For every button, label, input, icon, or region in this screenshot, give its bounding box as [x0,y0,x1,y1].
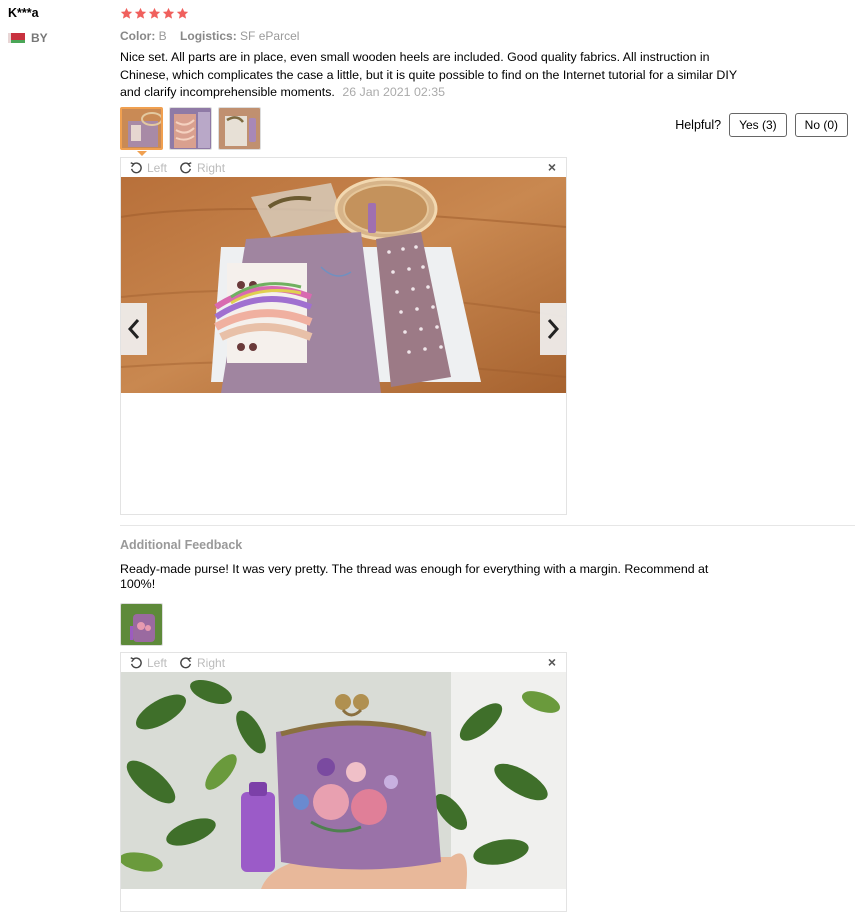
chevron-right-icon [547,319,560,339]
logistics-value: SF eParcel [240,29,300,43]
additional-feedback-title: Additional Feedback [120,538,243,552]
star-icon [148,7,161,19]
additional-photo [121,672,566,889]
star-icon [176,7,189,19]
rotate-left-icon[interactable] [129,656,143,670]
chevron-left-icon [127,319,140,339]
review-date: 26 Jan 2021 02:35 [342,85,445,99]
rotate-left-label[interactable]: Left [147,161,167,175]
rotate-right-label[interactable]: Right [197,656,225,670]
additional-thumbnail[interactable] [120,603,163,646]
order-meta: Color: B Logistics: SF eParcel [120,29,299,43]
color-label: Color: [120,29,156,43]
star-icon [134,7,147,19]
rotate-right-icon[interactable] [179,161,193,175]
helpful-label: Helpful? [675,118,722,132]
star-icon [120,7,133,19]
country-code: BY [31,31,48,45]
review-thumbnail[interactable] [218,107,261,150]
viewer-toolbar: Left Right [121,158,566,177]
reviewer-name: K***a [8,6,39,20]
review-photo [121,177,566,393]
belarus-flag-icon [8,33,25,43]
additional-feedback-text: Ready-made purse! It was very pretty. Th… [120,562,709,591]
image-viewer: Left Right × [120,157,567,515]
star-icon [162,7,175,19]
review-thumbnail[interactable] [169,107,212,150]
viewer-toolbar: Left Right [121,653,566,672]
rotate-right-label[interactable]: Right [197,161,225,175]
helpful-no-button[interactable]: No (0) [794,113,848,137]
review-thumbnails [120,107,261,150]
next-image-button[interactable] [540,303,566,355]
viewer-close-button[interactable]: × [548,654,556,670]
rotate-left-icon[interactable] [129,161,143,175]
logistics-label: Logistics: [180,29,237,43]
color-value: B [158,29,167,43]
review-thumbnail[interactable] [120,107,163,150]
previous-image-button[interactable] [121,303,147,355]
reviewer-country: BY [8,31,48,45]
rotate-right-icon[interactable] [179,656,193,670]
image-viewer: Left Right × [120,652,567,912]
viewer-close-button[interactable]: × [548,159,556,175]
helpful-yes-button[interactable]: Yes (3) [729,113,787,137]
section-divider [120,525,855,526]
review-body: Nice set. All parts are in place, even s… [120,49,760,102]
additional-thumbnails [120,603,163,646]
rating-stars [120,7,189,20]
helpful-voting: Helpful? Yes (3) No (0) [675,113,848,137]
active-thumbnail-caret [137,151,147,156]
rotate-left-label[interactable]: Left [147,656,167,670]
